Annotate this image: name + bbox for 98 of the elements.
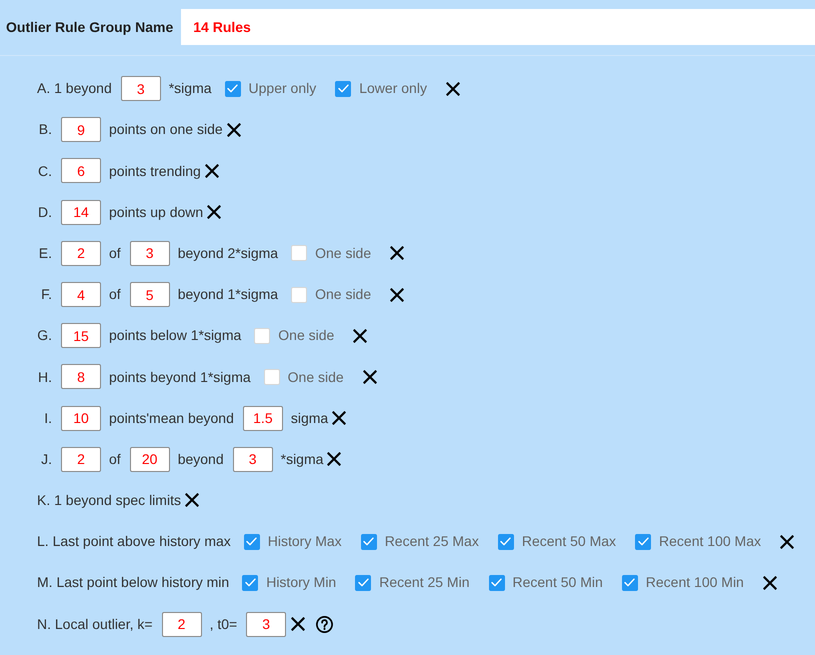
close-icon[interactable]	[762, 576, 777, 590]
checkbox-label[interactable]: Recent 50 Min	[512, 574, 603, 592]
number-input[interactable]: 3	[120, 76, 161, 102]
rule-text: of	[109, 450, 121, 468]
checkbox[interactable]	[622, 574, 638, 591]
rule-letter: F.	[40, 286, 52, 303]
rule-letter: D.	[37, 204, 52, 221]
rule-text: points'mean beyond	[109, 410, 234, 426]
number-input[interactable]: 8	[61, 364, 101, 390]
rule-text: beyond 1*sigma	[178, 286, 278, 303]
number-input[interactable]: 3	[246, 612, 286, 637]
checkbox-label[interactable]: History Max	[268, 533, 342, 550]
checkmark-icon	[246, 537, 258, 546]
group-name-input[interactable]: 14 Rules	[181, 9, 815, 45]
rule-text: L. Last point above history max	[37, 533, 231, 550]
close-icon[interactable]	[353, 328, 368, 343]
checkbox[interactable]	[244, 534, 260, 550]
rule-letter: G.	[37, 327, 52, 344]
checkbox-label[interactable]: One side	[278, 327, 334, 344]
checkbox-label[interactable]: History Min	[266, 574, 336, 592]
checkbox-label[interactable]: Lower only	[359, 80, 427, 97]
checkbox[interactable]	[355, 574, 372, 591]
checkmark-icon	[338, 84, 349, 94]
rule-text: points on one side	[109, 121, 223, 138]
number-input[interactable]: 3	[232, 446, 273, 472]
checkbox-label[interactable]: Recent 100 Min	[646, 574, 744, 592]
rule-text: sigma	[290, 410, 328, 426]
number-input[interactable]: 6	[61, 158, 101, 184]
number-input[interactable]: 14	[61, 200, 101, 225]
close-icon[interactable]	[327, 452, 342, 466]
checkbox[interactable]	[335, 80, 352, 97]
checkmark-icon	[363, 537, 374, 546]
checkbox[interactable]	[242, 574, 258, 591]
close-icon[interactable]	[390, 288, 404, 302]
close-icon[interactable]	[204, 164, 219, 178]
checkbox[interactable]	[488, 574, 504, 591]
checkmark-icon	[500, 537, 512, 546]
checkbox-label[interactable]: One side	[315, 286, 372, 303]
number-input[interactable]: 10	[61, 406, 101, 431]
checkbox[interactable]	[224, 80, 241, 97]
checkbox-label[interactable]: Recent 25 Min	[379, 574, 470, 592]
group-name-label: Outlier Rule Group Name	[6, 18, 174, 37]
rule-text: N. Local outlier, k=	[37, 616, 153, 632]
rule-text: M. Last point below history min	[37, 574, 230, 592]
close-icon[interactable]	[291, 617, 306, 632]
number-input[interactable]: 20	[130, 446, 170, 472]
rule-text: points trending	[109, 162, 201, 180]
checkmark-icon	[244, 578, 256, 588]
checkbox-label[interactable]: One side	[288, 368, 344, 386]
close-icon[interactable]	[362, 370, 377, 384]
rule-text: of	[109, 286, 121, 303]
rule-text: beyond	[178, 450, 224, 468]
number-input[interactable]: 4	[61, 282, 101, 308]
rule-text: *sigma	[280, 450, 324, 468]
rule-text: , t0=	[210, 616, 238, 632]
help-icon[interactable]	[316, 616, 334, 633]
checkbox[interactable]	[635, 534, 652, 550]
checkmark-icon	[227, 84, 238, 94]
checkmark-icon	[491, 578, 502, 588]
checkmark-icon	[624, 578, 636, 588]
close-icon[interactable]	[184, 493, 199, 508]
number-input[interactable]: 2	[61, 240, 101, 266]
rule-text: points beyond 1*sigma	[109, 368, 251, 386]
close-icon[interactable]	[780, 534, 794, 549]
number-input[interactable]: 1.5	[242, 406, 283, 431]
rule-text: A. 1 beyond	[37, 80, 112, 97]
checkbox-label[interactable]: Recent 25 Max	[384, 533, 479, 550]
rule-letter: B.	[38, 121, 52, 138]
checkbox-label[interactable]: Upper only	[248, 80, 316, 97]
number-input[interactable]: 3	[130, 240, 170, 266]
rule-text: *sigma	[168, 80, 212, 97]
rule-text: points below 1*sigma	[109, 327, 242, 344]
checkmark-icon	[638, 537, 649, 546]
number-input[interactable]: 15	[61, 323, 101, 348]
rule-letter: J.	[40, 450, 52, 468]
checkbox-label[interactable]: One side	[315, 244, 372, 262]
checkbox-label[interactable]: Recent 100 Max	[659, 533, 761, 550]
number-input[interactable]: 2	[162, 612, 202, 637]
number-input[interactable]: 5	[130, 282, 170, 308]
close-icon[interactable]	[332, 411, 346, 426]
close-icon[interactable]	[390, 246, 404, 260]
rule-letter: E.	[38, 244, 52, 262]
checkbox[interactable]	[498, 534, 514, 550]
number-input[interactable]: 2	[61, 446, 101, 472]
rule-text: beyond 2*sigma	[178, 244, 278, 262]
rule-text: points up down	[109, 204, 204, 221]
rule-text: K. 1 beyond spec limits	[37, 492, 181, 509]
close-icon[interactable]	[446, 82, 460, 96]
rule-text: of	[109, 244, 121, 262]
rule-letter: C.	[37, 162, 52, 180]
checkbox[interactable]	[360, 534, 377, 550]
rule-letter: I.	[43, 410, 52, 426]
close-icon[interactable]	[226, 122, 241, 137]
rule-letter: H.	[37, 368, 52, 386]
number-input[interactable]: 9	[61, 117, 101, 142]
close-icon[interactable]	[207, 205, 222, 220]
checkbox-label[interactable]: Recent 50 Max	[522, 533, 616, 550]
checkmark-icon	[358, 578, 369, 588]
